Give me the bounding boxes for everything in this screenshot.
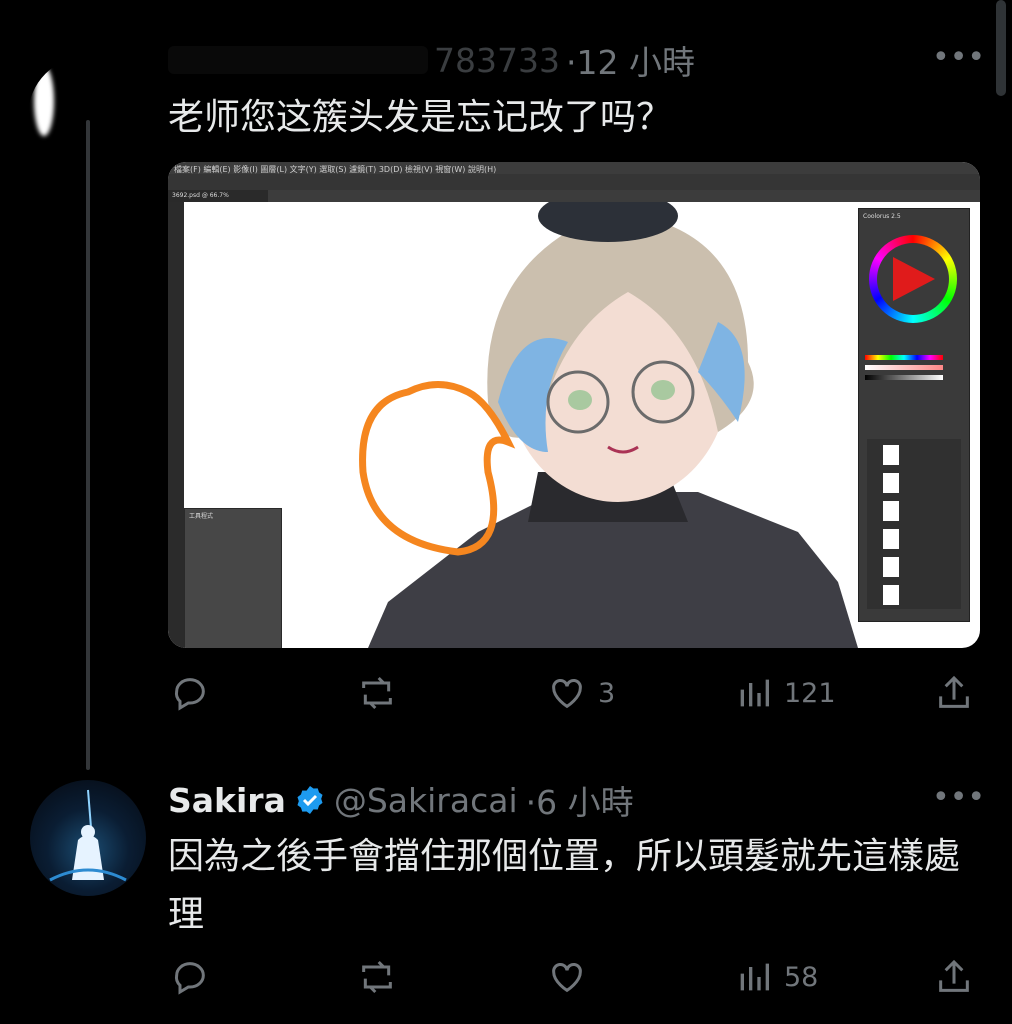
like-button[interactable]: [546, 948, 598, 1006]
ps-toolbar: [168, 202, 184, 648]
reply-timestamp[interactable]: ·6 小時: [526, 776, 634, 824]
verified-badge-icon: [297, 786, 323, 814]
retweet-button[interactable]: [356, 948, 398, 1006]
reply-icon: [174, 678, 205, 711]
share-button[interactable]: [934, 664, 974, 722]
author-handle[interactable]: 783733: [434, 41, 560, 80]
share-icon: [939, 675, 969, 708]
tweet-text: 老师您这簇头发是忘记改了吗？: [168, 97, 673, 138]
reply-author-handle[interactable]: @Sakiracai: [334, 781, 518, 820]
tweet-actions: 3 121: [168, 664, 980, 722]
reply-button[interactable]: [170, 948, 210, 1006]
color-wheel-icon: [869, 235, 957, 323]
reply-author-name[interactable]: Sakira: [168, 781, 286, 820]
tweet-media-image[interactable]: 檔案(F) 編輯(E) 影像(I) 圖層(L) 文字(Y) 選取(S) 濾鏡(T…: [168, 162, 980, 648]
thread-connector-line: [86, 120, 90, 770]
author-name-obscured[interactable]: [168, 46, 428, 74]
heart-icon: [552, 679, 582, 709]
reply-avatar[interactable]: [30, 780, 146, 896]
reply-button[interactable]: [170, 664, 220, 722]
ps-titlebar: 檔案(F) 編輯(E) 影像(I) 圖層(L) 文字(Y) 選取(S) 濾鏡(T…: [168, 162, 980, 202]
analytics-icon: [740, 679, 769, 707]
ps-layers-list: [867, 439, 961, 609]
views-button[interactable]: 121: [734, 664, 836, 722]
view-count: 121: [784, 677, 836, 709]
ps-color-layers-panel: Coolorus 2.5: [858, 208, 970, 622]
share-button[interactable]: [934, 948, 974, 1006]
like-button[interactable]: 3: [546, 664, 615, 722]
retweet-icon: [362, 676, 392, 710]
ps-document-tab: 3692.psd @ 66.7%: [168, 190, 268, 202]
share-icon: [939, 959, 969, 992]
more-options-icon[interactable]: •••: [932, 780, 985, 816]
avatar-figure: [49, 789, 127, 882]
retweet-button[interactable]: [356, 664, 398, 722]
retweet-icon: [362, 960, 392, 994]
ps-options-bar: [168, 174, 980, 190]
like-count: 3: [598, 677, 616, 709]
view-count: 58: [784, 961, 819, 993]
more-options-icon[interactable]: •••: [932, 40, 985, 76]
scrollbar[interactable]: [996, 0, 1006, 96]
analytics-icon: [740, 963, 769, 991]
reply-icon: [174, 962, 205, 995]
heart-icon: [552, 963, 582, 993]
reply-actions: 58: [168, 948, 980, 1006]
ps-tool-hint-dialog: 工具程式: [184, 508, 282, 648]
tweet-timestamp[interactable]: ·12 小時: [566, 36, 695, 84]
views-button[interactable]: 58: [734, 948, 818, 1006]
tweet-header: 783733 ·12 小時: [168, 38, 695, 82]
orange-annotation-circle: [359, 381, 516, 556]
reply-header: Sakira @Sakiracai ·6 小時: [168, 776, 634, 824]
reply-text: 因為之後手會擋住那個位置，所以頭髮就先這樣處理: [168, 836, 961, 935]
